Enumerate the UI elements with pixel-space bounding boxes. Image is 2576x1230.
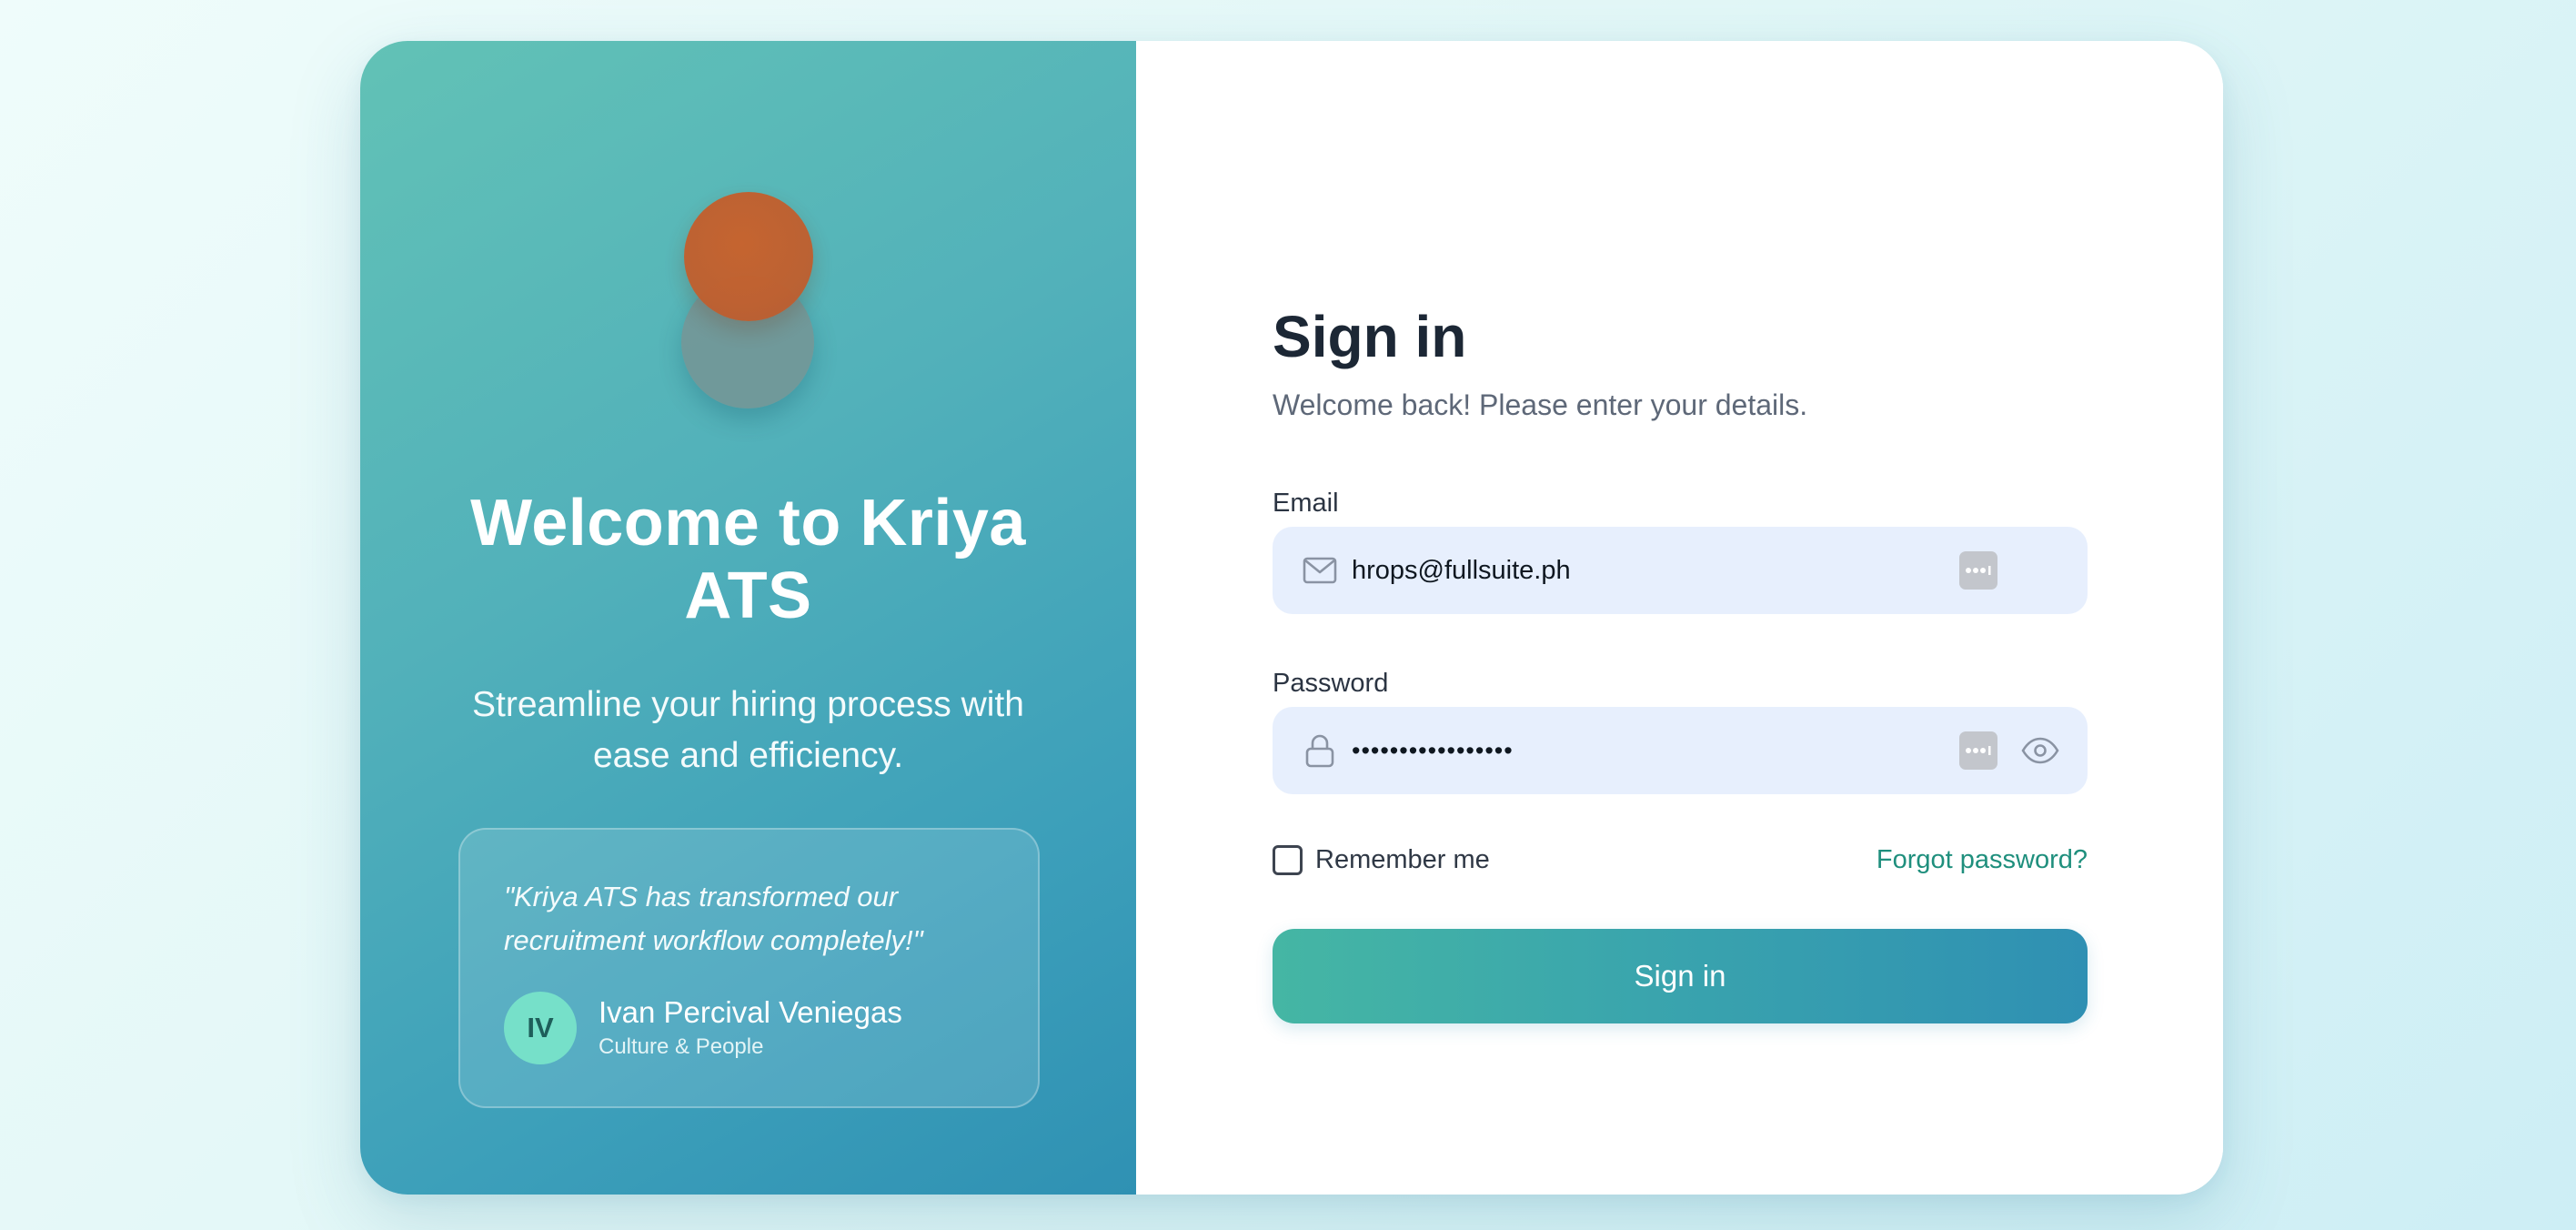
eye-icon[interactable] xyxy=(2020,731,2060,771)
lock-icon xyxy=(1302,732,1338,769)
testimonial-author: IV Ivan Percival Veniegas Culture & Peop… xyxy=(504,992,994,1064)
password-manager-icon[interactable] xyxy=(1959,551,1997,590)
mail-icon xyxy=(1302,552,1338,589)
page-title: Sign in xyxy=(1273,304,1467,369)
signin-form: Sign in Welcome back! Please enter your … xyxy=(1273,297,2088,1023)
author-role: Culture & People xyxy=(599,1034,764,1059)
form-options: Remember me Forgot password? xyxy=(1273,842,2088,878)
email-label: Email xyxy=(1273,489,1339,518)
avatar: IV xyxy=(504,992,577,1064)
email-field[interactable] xyxy=(1352,527,1942,614)
brand-logo xyxy=(360,150,1136,423)
hero-panel: Welcome to Kriya ATS Streamline your hir… xyxy=(360,41,1136,1195)
hero-title: Welcome to Kriya ATS xyxy=(470,487,1026,632)
password-manager-icon[interactable] xyxy=(1959,731,1997,770)
page-subtitle: Welcome back! Please enter your details. xyxy=(1273,388,1808,421)
signin-button[interactable]: Sign in xyxy=(1273,929,2088,1023)
remember-me[interactable]: Remember me xyxy=(1273,844,1490,875)
testimonial-quote: "Kriya ATS has transformed our recruitme… xyxy=(504,881,923,956)
author-name: Ivan Percival Veniegas xyxy=(599,995,902,1029)
password-field[interactable] xyxy=(1352,707,1942,794)
author-details: Ivan Percival Veniegas Culture & People xyxy=(599,994,902,1062)
password-input-wrapper xyxy=(1273,707,2088,794)
hero-subtitle: Streamline your hiring process with ease… xyxy=(472,685,1024,775)
remember-me-label[interactable]: Remember me xyxy=(1315,845,1490,875)
forgot-password-link[interactable]: Forgot password? xyxy=(1877,845,2088,875)
signin-panel: Sign in Welcome back! Please enter your … xyxy=(1136,41,2223,1195)
password-label: Password xyxy=(1273,669,1389,698)
logo-circle-front xyxy=(684,192,813,321)
testimonial-card: "Kriya ATS has transformed our recruitme… xyxy=(458,828,1040,1108)
login-card: Welcome to Kriya ATS Streamline your hir… xyxy=(360,41,2223,1195)
remember-me-checkbox[interactable] xyxy=(1273,844,1303,875)
email-input-wrapper xyxy=(1273,527,2088,614)
